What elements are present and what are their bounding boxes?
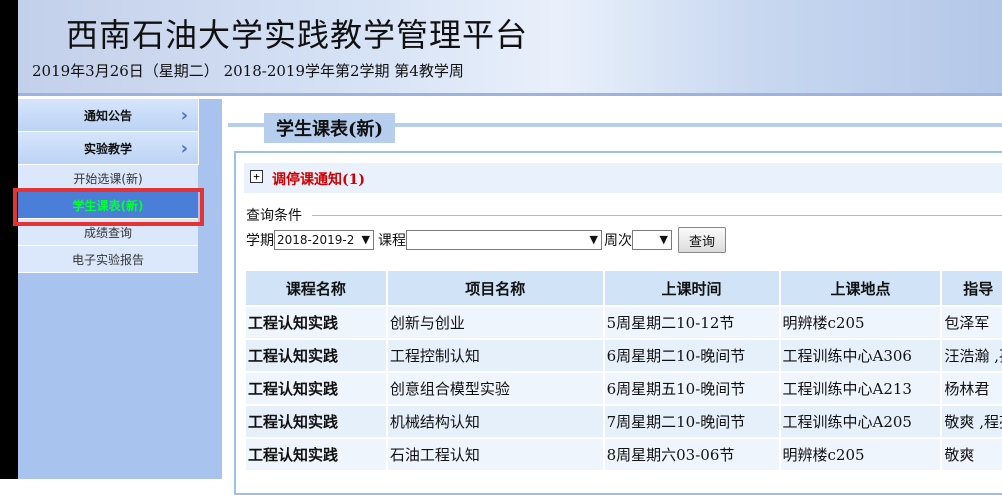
query-row: 学期 2018-2019-2 ▼ 课程 ▼ 周次 ▼ 查询 bbox=[246, 227, 727, 253]
site-title: 西南石油大学实践教学管理平台 bbox=[66, 16, 529, 54]
cell-time: 7周星期二10-晚间节 bbox=[603, 404, 781, 438]
table-row: 工程认知实践 创新与创业 5周星期二10-12节 明辨楼c205 包泽军 bbox=[246, 305, 1002, 339]
sidebar-group-label: 通知公告 bbox=[83, 108, 132, 123]
cell-instructor: 杨林君 bbox=[941, 371, 1002, 405]
course-label: 课程 bbox=[378, 233, 406, 249]
left-edge-bar bbox=[0, 0, 18, 479]
cell-location: 工程训练中心A213 bbox=[779, 371, 943, 405]
cell-instructor: 敬爽 bbox=[941, 437, 1002, 470]
cell-location: 明辨楼c205 bbox=[779, 305, 943, 339]
course-select[interactable]: ▼ bbox=[406, 230, 602, 250]
col-class-time: 上课时间 bbox=[603, 271, 781, 306]
cell-instructor: 敬爽 ,程亮 bbox=[941, 404, 1002, 438]
table-row: 工程认知实践 工程控制认知 6周星期二10-晚间节 工程训练中心A306 汪浩瀚… bbox=[246, 338, 1002, 372]
cell-time: 5周星期二10-12节 bbox=[603, 305, 781, 339]
cell-time: 6周星期二10-晚间节 bbox=[603, 338, 781, 372]
cell-course: 工程认知实践 bbox=[246, 404, 388, 438]
sidebar-group-experiments[interactable]: 实验教学 › bbox=[18, 132, 199, 165]
table-row: 工程认知实践 机械结构认知 7周星期二10-晚间节 工程训练中心A205 敬爽 … bbox=[246, 404, 1002, 438]
week-label: 周次 bbox=[604, 233, 632, 249]
chevron-right-icon: › bbox=[180, 105, 188, 126]
content-panel: + 调停课通知(1) 查询条件 学期 2018-2019-2 ▼ 课程 ▼ 周次… bbox=[234, 151, 1002, 495]
cell-project: 创新与创业 bbox=[386, 305, 605, 339]
cell-project: 工程控制认知 bbox=[386, 338, 605, 372]
cell-time: 8周星期六03-06节 bbox=[603, 437, 781, 470]
sidebar: 通知公告 › 实验教学 › 开始选课(新) 学生课表(新) 成绩查询 电子实验报… bbox=[18, 99, 218, 479]
sidebar-group-label: 实验教学 bbox=[83, 141, 132, 156]
chevron-down-icon: ▼ bbox=[589, 233, 598, 246]
col-course-name: 课程名称 bbox=[246, 271, 388, 306]
query-button[interactable]: 查询 bbox=[678, 227, 727, 253]
cell-instructor: 包泽军 bbox=[941, 305, 1002, 339]
site-header: 西南石油大学实践教学管理平台 2019年3月26日（星期二） 2018-2019… bbox=[18, 0, 1002, 96]
notice-link[interactable]: 调停课通知(1) bbox=[272, 169, 365, 189]
col-location: 上课地点 bbox=[779, 271, 943, 306]
cell-project: 创意组合模型实验 bbox=[386, 371, 605, 405]
query-legend: 查询条件 bbox=[246, 208, 302, 224]
term-label: 学期 bbox=[246, 233, 274, 249]
date-term-line: 2019年3月26日（星期二） 2018-2019学年第2学期 第4教学周 bbox=[32, 62, 464, 80]
notice-bar[interactable]: + 调停课通知(1) bbox=[244, 163, 1002, 193]
plus-box-icon[interactable]: + bbox=[250, 170, 263, 183]
col-project-name: 项目名称 bbox=[386, 271, 605, 306]
col-instructor: 指导 bbox=[941, 271, 1002, 306]
cell-course: 工程认知实践 bbox=[246, 371, 388, 405]
week-select[interactable]: ▼ bbox=[632, 230, 672, 250]
highlight-box bbox=[13, 188, 204, 226]
cell-project: 石油工程认知 bbox=[386, 437, 605, 470]
cell-time: 6周星期五10-晚间节 bbox=[603, 371, 781, 405]
query-divider bbox=[312, 215, 1002, 216]
main-content: 学生课表(新) + 调停课通知(1) 查询条件 学期 2018-2019-2 ▼… bbox=[218, 99, 1002, 495]
page-title: 学生课表(新) bbox=[264, 113, 396, 143]
cell-location: 工程训练中心A205 bbox=[779, 404, 943, 438]
cell-course: 工程认知实践 bbox=[246, 437, 388, 470]
cell-location: 明辨楼c205 bbox=[779, 437, 943, 470]
cell-project: 机械结构认知 bbox=[386, 404, 605, 438]
cell-location: 工程训练中心A306 bbox=[779, 338, 943, 372]
sidebar-item-lab-report[interactable]: 电子实验报告 bbox=[18, 246, 198, 273]
schedule-table: 课程名称 项目名称 上课时间 上课地点 指导 工程认知实践 创新与创业 5周星期… bbox=[246, 271, 1002, 470]
table-row: 工程认知实践 石油工程认知 8周星期六03-06节 明辨楼c205 敬爽 bbox=[246, 437, 1002, 470]
table-row: 工程认知实践 创意组合模型实验 6周星期五10-晚间节 工程训练中心A213 杨… bbox=[246, 371, 1002, 405]
cell-course: 工程认知实践 bbox=[246, 305, 388, 339]
chevron-down-icon: ▼ bbox=[361, 233, 370, 246]
term-select-value: 2018-2019-2 bbox=[277, 233, 355, 247]
table-header-row: 课程名称 项目名称 上课时间 上课地点 指导 bbox=[246, 271, 1002, 306]
chevron-right-icon: › bbox=[180, 138, 188, 159]
sidebar-group-notices[interactable]: 通知公告 › bbox=[18, 99, 199, 132]
chevron-down-icon: ▼ bbox=[659, 233, 668, 246]
term-select[interactable]: 2018-2019-2 ▼ bbox=[274, 230, 374, 250]
cell-instructor: 汪浩瀚 ,孙 bbox=[941, 338, 1002, 372]
cell-course: 工程认知实践 bbox=[246, 338, 388, 372]
